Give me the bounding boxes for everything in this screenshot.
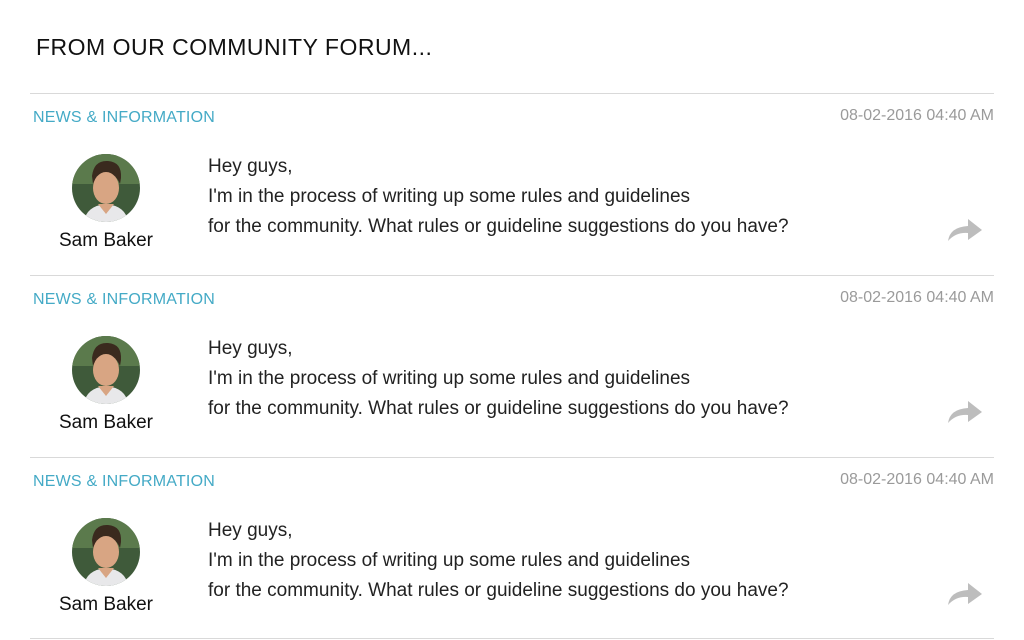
section-title: FROM OUR COMMUNITY FORUM...: [36, 34, 433, 60]
post-line: for the community. What rules or guideli…: [208, 580, 789, 601]
post-body: Hey guys, I'm in the process of writing …: [208, 334, 789, 424]
post-list: NEWS & INFORMATION 08-02-2016 04:40 AM S…: [30, 93, 994, 639]
post-author[interactable]: Sam Baker: [52, 336, 160, 434]
post-body: Hey guys, I'm in the process of writing …: [208, 516, 789, 606]
avatar: [72, 518, 140, 586]
author-name: Sam Baker: [59, 230, 153, 251]
forum-post: NEWS & INFORMATION 08-02-2016 04:40 AM S…: [30, 93, 994, 275]
post-category-link[interactable]: NEWS & INFORMATION: [33, 291, 215, 309]
post-category-link[interactable]: NEWS & INFORMATION: [33, 109, 215, 127]
post-line: for the community. What rules or guideli…: [208, 398, 789, 419]
post-line: I'm in the process of writing up some ru…: [208, 368, 691, 389]
author-name: Sam Baker: [59, 594, 153, 615]
post-line: I'm in the process of writing up some ru…: [208, 186, 691, 207]
post-line: Hey guys,: [208, 520, 293, 541]
post-body: Hey guys, I'm in the process of writing …: [208, 152, 789, 242]
avatar: [72, 154, 140, 222]
post-line: for the community. What rules or guideli…: [208, 216, 789, 237]
post-timestamp: 08-02-2016 04:40 AM: [840, 289, 994, 306]
post-timestamp: 08-02-2016 04:40 AM: [840, 107, 994, 124]
author-name: Sam Baker: [59, 412, 153, 433]
post-category-link[interactable]: NEWS & INFORMATION: [33, 473, 215, 491]
post-timestamp: 08-02-2016 04:40 AM: [840, 471, 994, 488]
share-arrow-icon[interactable]: [946, 581, 984, 607]
share-arrow-icon[interactable]: [946, 399, 984, 425]
avatar: [72, 336, 140, 404]
post-author[interactable]: Sam Baker: [52, 518, 160, 616]
forum-post: NEWS & INFORMATION 08-02-2016 04:40 AM S…: [30, 275, 994, 457]
share-arrow-icon[interactable]: [946, 217, 984, 243]
post-line: Hey guys,: [208, 338, 293, 359]
post-line: Hey guys,: [208, 156, 293, 177]
post-author[interactable]: Sam Baker: [52, 154, 160, 252]
forum-widget: FROM OUR COMMUNITY FORUM... NEWS & INFOR…: [0, 0, 1024, 640]
forum-post: NEWS & INFORMATION 08-02-2016 04:40 AM S…: [30, 457, 994, 639]
post-line: I'm in the process of writing up some ru…: [208, 550, 691, 571]
